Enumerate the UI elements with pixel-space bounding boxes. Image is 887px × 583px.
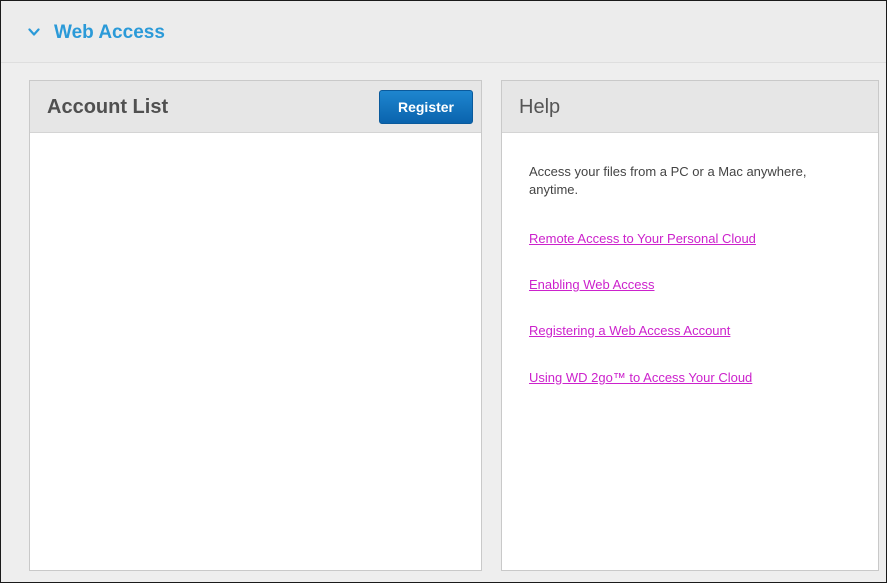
section-header[interactable]: Web Access (1, 1, 886, 63)
account-list-header: Account List Register (30, 81, 481, 133)
help-link-enabling-web-access[interactable]: Enabling Web Access (529, 277, 655, 293)
account-list-panel: Account List Register (29, 80, 482, 571)
help-panel: Help Access your files from a PC or a Ma… (501, 80, 879, 571)
register-button[interactable]: Register (379, 90, 473, 124)
help-header: Help (502, 81, 878, 133)
help-link-remote-access[interactable]: Remote Access to Your Personal Cloud (529, 231, 756, 247)
web-access-page: Web Access Account List Register Help Ac… (0, 0, 887, 583)
help-link-wd2go[interactable]: Using WD 2go™ to Access Your Cloud (529, 370, 752, 386)
help-link-registering-account[interactable]: Registering a Web Access Account (529, 323, 730, 339)
section-title[interactable]: Web Access (54, 22, 165, 44)
chevron-down-icon[interactable] (28, 27, 40, 37)
help-intro-text: Access your files from a PC or a Mac any… (529, 164, 807, 197)
help-title: Help (519, 96, 561, 118)
account-list-title: Account List (47, 96, 169, 118)
